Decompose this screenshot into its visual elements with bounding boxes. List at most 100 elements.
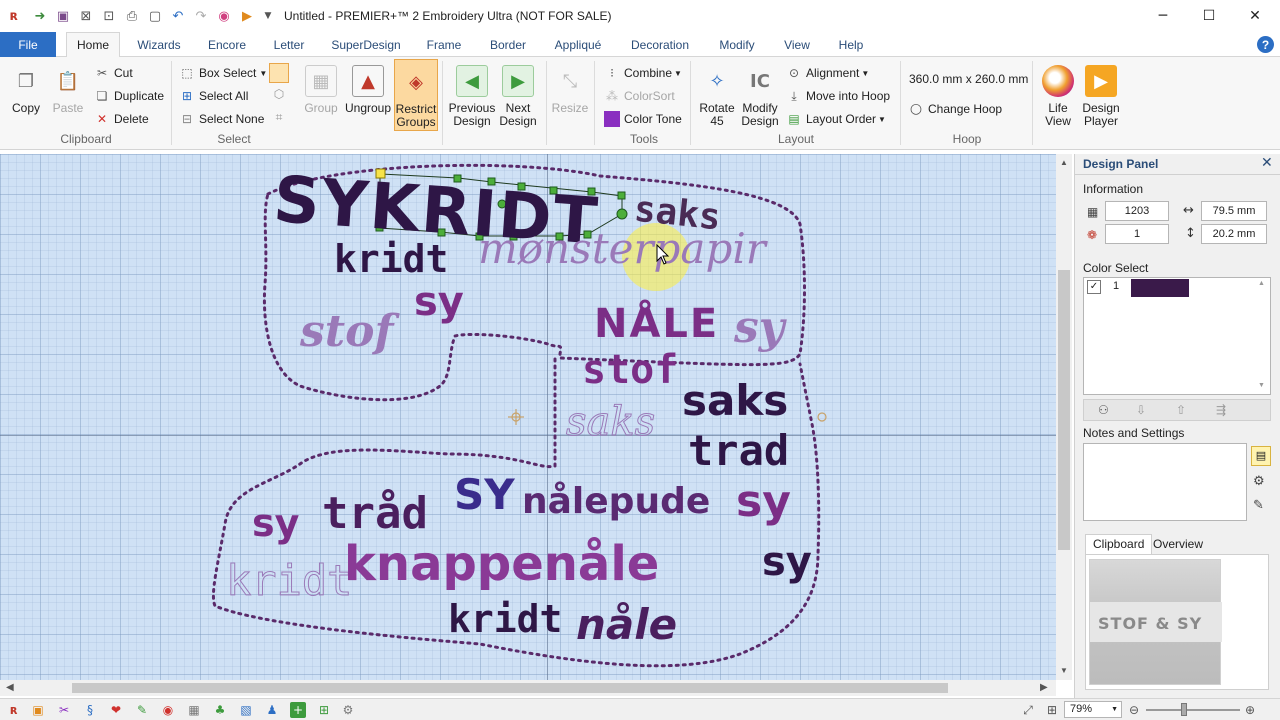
- freehand-select-icon[interactable]: ⌗: [271, 110, 287, 126]
- tab-frame[interactable]: Frame: [420, 32, 468, 57]
- save-as-icon[interactable]: ⊠: [78, 8, 94, 24]
- zoom-select[interactable]: 79% ▼: [1064, 701, 1122, 718]
- layout-order-button[interactable]: ▤ Layout Order ▼: [786, 109, 886, 129]
- notes-field[interactable]: [1083, 443, 1247, 521]
- tree-icon[interactable]: ♣: [212, 702, 228, 718]
- sewing-machine-icon[interactable]: ⚙: [340, 702, 356, 718]
- modify-design-button[interactable]: IC Modify Design: [738, 59, 782, 128]
- copy-button[interactable]: ❐ Copy: [6, 59, 46, 115]
- tab-encore[interactable]: Encore: [200, 32, 254, 57]
- design-word-knappenale[interactable]: knappenåle: [344, 540, 659, 588]
- previous-design-button[interactable]: ◀ Previous Design: [446, 59, 498, 128]
- horizontal-scroll-thumb[interactable]: [72, 683, 948, 693]
- design-word-trad[interactable]: tråd: [322, 492, 428, 536]
- design-word-sy-caps[interactable]: SY: [454, 474, 515, 516]
- tab-letter[interactable]: Letter: [266, 32, 312, 57]
- scissors-tool-icon[interactable]: ✂: [56, 702, 72, 718]
- change-hoop-button[interactable]: ○ Change Hoop: [908, 99, 1002, 119]
- print-icon[interactable]: ⎙: [124, 8, 140, 24]
- design-word-saks[interactable]: saks: [682, 380, 788, 422]
- select-all-button[interactable]: ⊞ Select All: [179, 86, 248, 106]
- tab-applique[interactable]: Appliqué: [548, 32, 608, 57]
- photo-icon[interactable]: ▧: [238, 702, 254, 718]
- next-design-button[interactable]: ▶ Next Design: [494, 59, 542, 128]
- tab-home[interactable]: Home: [66, 32, 120, 57]
- colorsort-button[interactable]: ⁂ ColorSort: [604, 86, 675, 106]
- qat-dropdown-icon[interactable]: ▼: [260, 8, 276, 24]
- color-1-checkbox[interactable]: ✓: [1087, 280, 1101, 294]
- app-logo-icon[interactable]: ʀ: [6, 702, 22, 718]
- zoom-grid-icon[interactable]: ⊞: [1044, 702, 1060, 718]
- select-mode-button[interactable]: [269, 63, 289, 83]
- scroll-left-icon[interactable]: ◀: [6, 682, 14, 693]
- fit-icon[interactable]: ⤢: [1020, 702, 1036, 718]
- zoom-out-icon[interactable]: ⊖: [1126, 702, 1142, 718]
- clipboard-thumbnail[interactable]: STOF & SY: [1089, 559, 1222, 685]
- box-select-button[interactable]: ⬚ Box Select ▼: [179, 63, 267, 83]
- paste-button[interactable]: 📋 Paste: [48, 59, 88, 115]
- scroll-down-icon[interactable]: ▼: [1060, 666, 1068, 675]
- help-icon[interactable]: ?: [1257, 36, 1274, 53]
- lasso-icon[interactable]: ⬡: [271, 87, 287, 103]
- zoom-slider-track[interactable]: [1146, 709, 1240, 711]
- color-tone-button[interactable]: Color Tone: [604, 109, 682, 129]
- resize-button[interactable]: ⤡ Resize: [550, 59, 590, 115]
- duplicate-button[interactable]: ❏ Duplicate: [94, 86, 164, 106]
- new-design-icon[interactable]: ▣: [30, 702, 46, 718]
- design-player-icon[interactable]: ▶: [239, 8, 255, 24]
- tab-border[interactable]: Border: [482, 32, 534, 57]
- merge-colors-icon[interactable]: ⇶: [1216, 403, 1226, 417]
- tab-overview[interactable]: Overview: [1153, 535, 1203, 553]
- new-file-icon[interactable]: ➜: [32, 8, 48, 24]
- design-word-sy[interactable]: sy: [252, 504, 299, 542]
- design-word-sy[interactable]: sy: [414, 282, 464, 322]
- vertical-scroll-thumb[interactable]: [1058, 270, 1070, 550]
- scroll-right-icon[interactable]: ▶: [1040, 682, 1048, 693]
- export-icon[interactable]: ⊡: [101, 8, 117, 24]
- swirl-icon[interactable]: §: [82, 702, 98, 718]
- group-button[interactable]: ▦ Group: [300, 59, 342, 115]
- undo-icon[interactable]: ↶: [170, 8, 186, 24]
- thread-icon[interactable]: ⚇: [1098, 403, 1109, 417]
- tab-decoration[interactable]: Decoration: [624, 32, 696, 57]
- design-word-monsterpapir[interactable]: mønsterpapir: [478, 228, 766, 270]
- tab-modify[interactable]: Modify: [710, 32, 764, 57]
- tab-view[interactable]: View: [778, 32, 816, 57]
- heart-icon[interactable]: ❤: [108, 702, 124, 718]
- close-panel-icon[interactable]: ✕: [1261, 155, 1273, 171]
- zoom-in-icon[interactable]: ⊕: [1242, 702, 1258, 718]
- add-icon[interactable]: +: [290, 702, 306, 718]
- zoom-slider-handle[interactable]: [1181, 703, 1187, 716]
- delete-button[interactable]: ✕ Delete: [94, 109, 149, 129]
- move-down-icon[interactable]: ⇩: [1136, 403, 1146, 417]
- design-word-stof[interactable]: stof: [300, 310, 393, 354]
- horizontal-scrollbar[interactable]: ◀ ▶: [0, 680, 1056, 696]
- life-view-button[interactable]: Life View: [1038, 59, 1078, 128]
- tab-file[interactable]: File: [0, 32, 56, 57]
- list-scroll-down-icon[interactable]: ▼: [1258, 382, 1265, 389]
- combine-button[interactable]: ⁝ Combine ▼: [604, 63, 682, 83]
- design-word-nale[interactable]: nåle: [576, 604, 677, 646]
- design-word-kridt[interactable]: kridt: [448, 600, 562, 638]
- design-word-stof[interactable]: stof: [582, 350, 678, 390]
- tab-help[interactable]: Help: [832, 32, 870, 57]
- add-design-icon[interactable]: ⊞: [316, 702, 332, 718]
- rotate-45-button[interactable]: ✧ Rotate 45: [696, 59, 738, 128]
- notes-icon[interactable]: ▤: [1251, 446, 1271, 466]
- select-none-button[interactable]: ⊟ Select None: [179, 109, 264, 129]
- grid-icon[interactable]: ▦: [186, 702, 202, 718]
- alignment-button[interactable]: ⊙ Alignment ▼: [786, 63, 869, 83]
- move-up-icon[interactable]: ⇧: [1176, 403, 1186, 417]
- design-word-sy[interactable]: sy: [762, 542, 812, 582]
- save-icon[interactable]: ▣: [55, 8, 71, 24]
- design-word-nalepude[interactable]: nålepude: [522, 484, 710, 520]
- eye-icon[interactable]: ◉: [160, 702, 176, 718]
- vertical-scrollbar[interactable]: ▲ ▼: [1056, 154, 1072, 680]
- minimize-button[interactable]: ─: [1140, 0, 1186, 32]
- close-button[interactable]: ✕: [1232, 0, 1278, 32]
- design-word-nale[interactable]: NÅLE: [594, 304, 719, 344]
- design-word-sy[interactable]: sy: [736, 480, 791, 524]
- maximize-button[interactable]: ☐: [1186, 0, 1232, 32]
- cut-button[interactable]: ✂ Cut: [94, 63, 133, 83]
- ungroup-button[interactable]: ▲ Ungroup: [342, 59, 394, 115]
